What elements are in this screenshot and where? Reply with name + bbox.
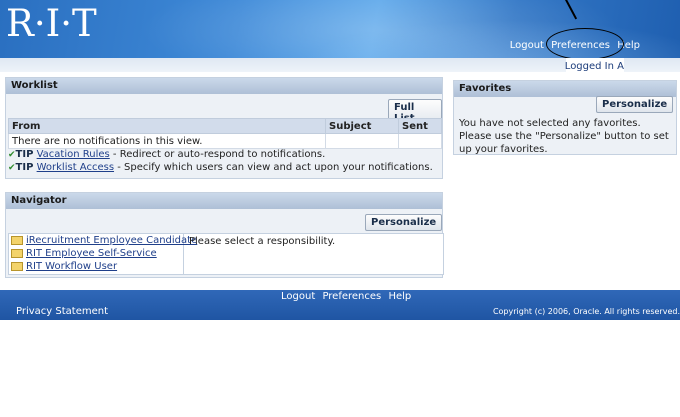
rit-logo: R·I·T [6, 2, 97, 45]
check-icon: ✔ [8, 150, 16, 160]
column-from[interactable]: From [8, 118, 326, 134]
empty-cell [398, 133, 442, 149]
list-item[interactable]: RIT Employee Self-Service [9, 247, 183, 260]
table-header-row: From Subject Sent [8, 118, 442, 134]
tip-text: - Specify which users can view and act u… [114, 162, 433, 173]
vacation-rules-link[interactable]: Vacation Rules [37, 149, 110, 160]
copyright-text: Copyright (c) 2006, Oracle. All rights r… [492, 307, 680, 316]
table-row: There are no notifications in this view. [8, 133, 442, 149]
column-subject[interactable]: Subject [325, 118, 399, 134]
privacy-statement-link[interactable]: Privacy Statement [16, 306, 108, 317]
tip-text: - Redirect or auto-respond to notificati… [109, 149, 326, 160]
navigator-panel: Navigator Personalize iRecruitment Emplo… [5, 192, 444, 278]
navigator-title: Navigator [6, 193, 442, 209]
navigator-personalize-button[interactable]: Personalize [365, 214, 443, 231]
responsibility-list: iRecruitment Employee Candidate RIT Empl… [9, 234, 197, 274]
tip-label: TIP [15, 162, 34, 173]
list-item[interactable]: RIT Workflow User [9, 260, 183, 273]
tip-worklist-access: ✔TIP Worklist Access - Specify which use… [8, 162, 433, 173]
footer-preferences-link[interactable]: Preferences [322, 291, 381, 302]
tip-label: TIP [15, 149, 34, 160]
worklist-title: Worklist [6, 78, 442, 94]
favorites-personalize-button[interactable]: Personalize [596, 96, 674, 113]
responsibility-box: iRecruitment Employee Candidate RIT Empl… [8, 233, 444, 275]
footer-help-link[interactable]: Help [388, 291, 411, 302]
folder-icon [11, 261, 23, 271]
folder-icon [11, 235, 23, 245]
logout-link[interactable]: Logout [510, 40, 544, 51]
annotation-oval [546, 28, 624, 60]
responsibility-link[interactable]: RIT Employee Self-Service [26, 248, 157, 259]
footer-links: Logout Preferences Help [281, 291, 415, 302]
folder-icon [11, 248, 23, 258]
favorites-title: Favorites [454, 81, 676, 97]
check-icon: ✔ [8, 163, 16, 173]
logged-in-label: Logged In A [564, 61, 624, 72]
footer-logout-link[interactable]: Logout [281, 291, 315, 302]
tip-vacation-rules: ✔TIP Vacation Rules - Redirect or auto-r… [8, 149, 325, 160]
responsibility-link[interactable]: iRecruitment Employee Candidate [26, 235, 197, 246]
list-item[interactable]: iRecruitment Employee Candidate [9, 234, 197, 247]
favorites-panel: Favorites Personalize You have not selec… [453, 80, 677, 155]
responsibility-message: Please select a responsibility. [189, 236, 336, 247]
empty-message: There are no notifications in this view. [8, 133, 326, 149]
favorites-message: You have not selected any favorites. Ple… [459, 118, 669, 155]
responsibility-link[interactable]: RIT Workflow User [26, 261, 117, 272]
worklist-access-link[interactable]: Worklist Access [37, 162, 114, 173]
column-sent[interactable]: Sent [398, 118, 442, 134]
empty-cell [325, 133, 399, 149]
worklist-panel: Worklist Full List From Subject Sent The… [5, 77, 443, 179]
worklist-table: From Subject Sent There are no notificat… [8, 118, 442, 149]
